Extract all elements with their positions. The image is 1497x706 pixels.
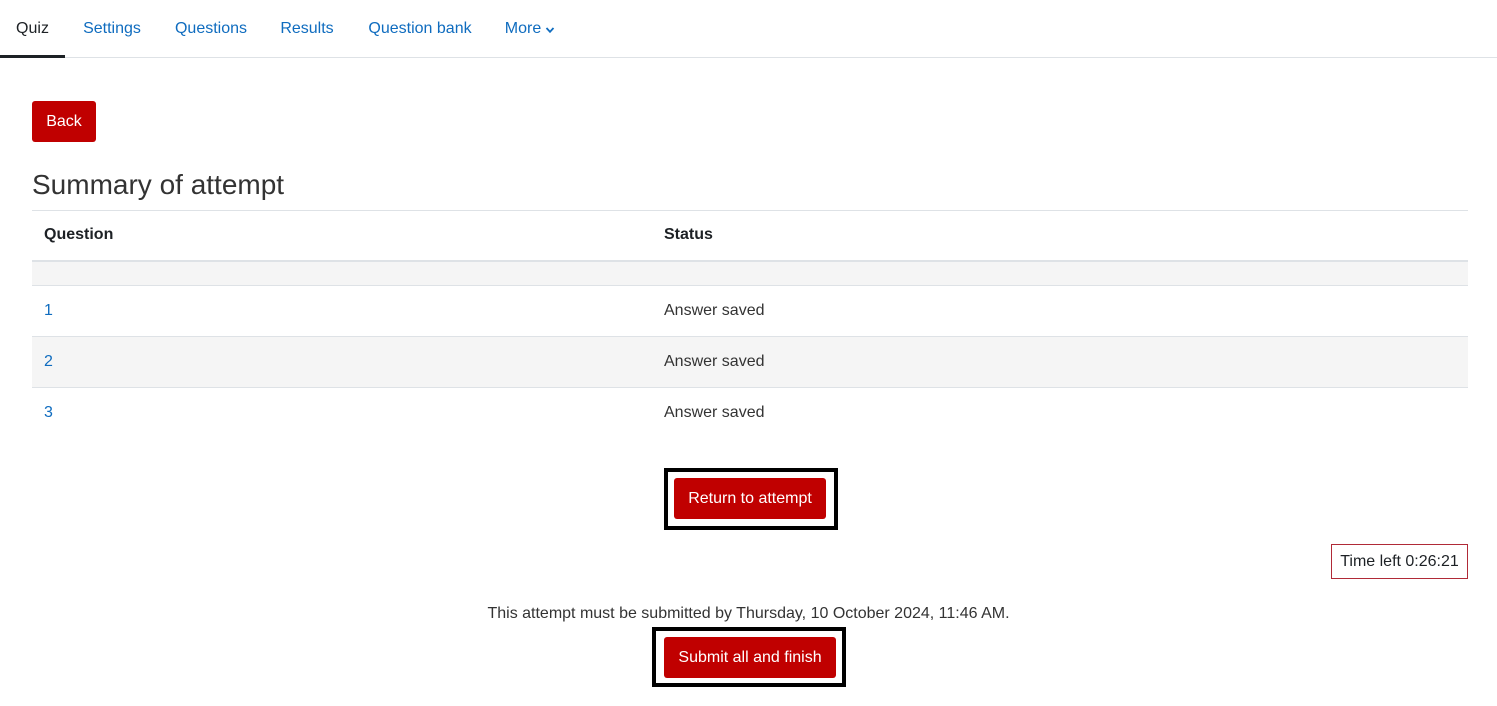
- table-spacer-row: [32, 260, 1468, 286]
- submit-all-and-finish-button[interactable]: Submit all and finish: [664, 637, 836, 678]
- submission-deadline-text: This attempt must be submitted by Thursd…: [487, 605, 1010, 622]
- tab-quiz-label: Quiz: [16, 20, 49, 37]
- tab-more[interactable]: More: [498, 0, 562, 58]
- table-row: 3 Answer saved: [32, 387, 1468, 439]
- tab-questions-label: Questions: [174, 20, 248, 37]
- tab-question-bank[interactable]: Question bank: [360, 0, 480, 58]
- status-cell: Answer saved: [648, 336, 1468, 388]
- return-to-attempt-button[interactable]: Return to attempt: [674, 478, 826, 519]
- column-header-status: Status: [648, 210, 1468, 262]
- secondary-navigation: Quiz Settings Questions Results Question…: [0, 0, 1497, 58]
- tab-questions[interactable]: Questions: [165, 0, 257, 58]
- question-cell: 3: [32, 387, 648, 439]
- status-cell: Answer saved: [648, 387, 1468, 439]
- chevron-down-icon: [546, 27, 555, 34]
- attempt-summary-table: Question Status 1 Answer saved 2 Answer …: [32, 210, 1468, 439]
- time-left-text: Time left 0:26:21: [1340, 552, 1459, 570]
- question-link-1[interactable]: 1: [44, 302, 53, 319]
- question-link-2[interactable]: 2: [44, 353, 53, 370]
- table-row: 2 Answer saved: [32, 336, 1468, 388]
- back-button[interactable]: Back: [32, 101, 96, 142]
- tab-results-label: Results: [280, 20, 334, 37]
- table-row: 1 Answer saved: [32, 285, 1468, 337]
- question-cell: 1: [32, 285, 648, 337]
- table-header-row: Question Status: [32, 210, 1468, 262]
- column-header-question: Question: [32, 210, 648, 262]
- status-cell: Answer saved: [648, 285, 1468, 337]
- tab-quiz[interactable]: Quiz: [0, 0, 65, 58]
- tab-settings[interactable]: Settings: [75, 0, 149, 58]
- question-link-3[interactable]: 3: [44, 404, 53, 421]
- question-cell: 2: [32, 336, 648, 388]
- tab-question-bank-label: Question bank: [368, 20, 472, 37]
- tab-settings-label: Settings: [83, 20, 141, 37]
- page-title: Summary of attempt: [32, 169, 285, 200]
- tab-results[interactable]: Results: [272, 0, 342, 58]
- tab-more-label: More: [504, 20, 542, 37]
- time-left-timer: Time left 0:26:21: [1331, 544, 1468, 579]
